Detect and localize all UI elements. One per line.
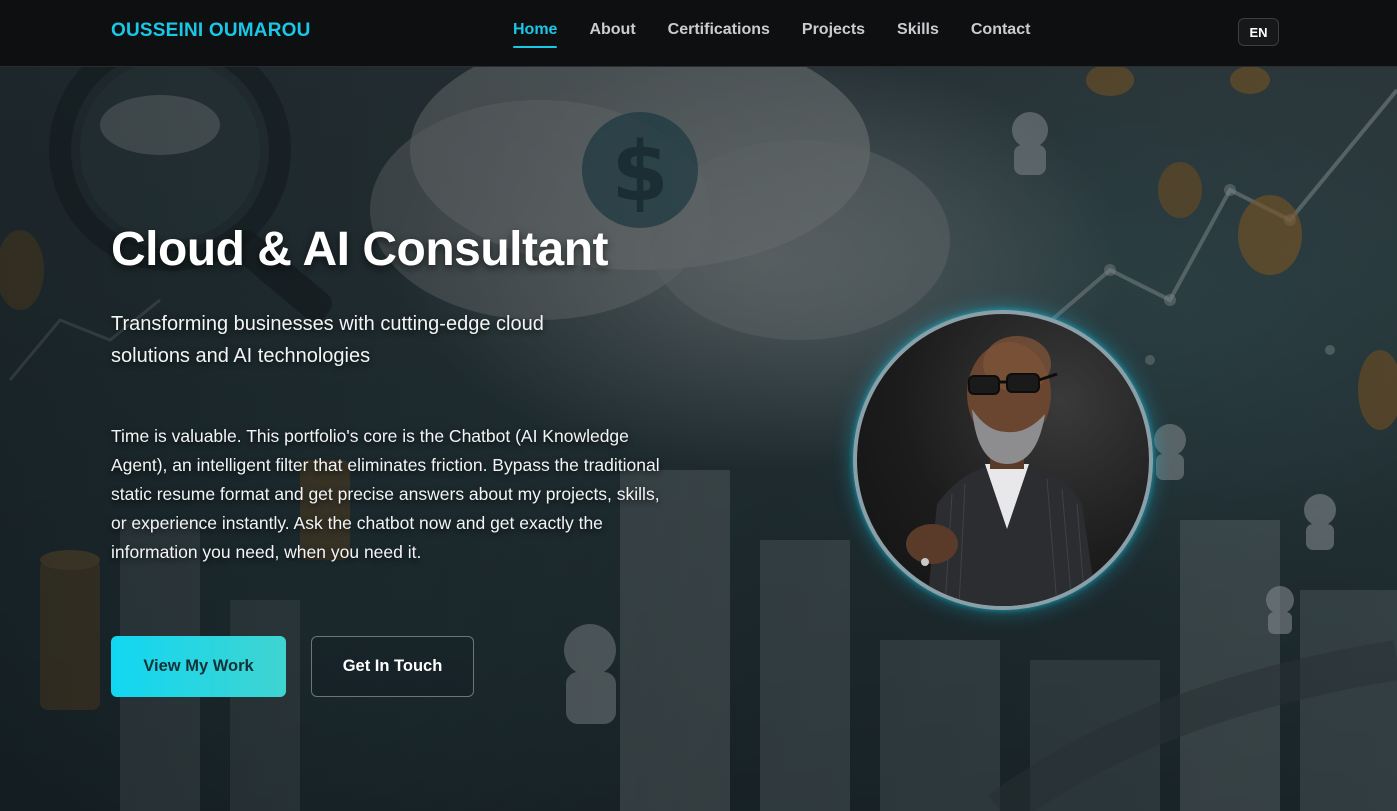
site-logo[interactable]: OUSSEINI OUMAROU [111,20,311,42]
view-my-work-button[interactable]: View My Work [111,636,286,697]
nav-item-contact[interactable]: Contact [971,21,1031,47]
nav-item-about[interactable]: About [589,21,635,47]
language-toggle-button[interactable]: EN [1238,18,1279,46]
nav-item-projects[interactable]: Projects [802,21,865,47]
hero-title: Cloud & AI Consultant [111,223,609,276]
nav-item-home[interactable]: Home [513,21,558,48]
hero-description: Time is valuable. This portfolio's core … [111,426,660,562]
main-nav: Home About Certifications Projects Skill… [513,21,1031,48]
site-header: OUSSEINI OUMAROU Home About Certificatio… [0,0,1397,67]
get-in-touch-button[interactable]: Get In Touch [311,636,474,697]
nav-item-skills[interactable]: Skills [897,21,939,47]
profile-photo [853,310,1153,610]
hero-subtitle: Transforming businesses with cutting-edg… [111,313,544,367]
profile-portrait-illustration [906,336,1097,606]
hero-section: Cloud & AI Consultant Transforming busin… [111,220,671,567]
hero-cta-group: View My Work Get In Touch [111,636,474,697]
nav-item-certifications[interactable]: Certifications [668,21,770,47]
